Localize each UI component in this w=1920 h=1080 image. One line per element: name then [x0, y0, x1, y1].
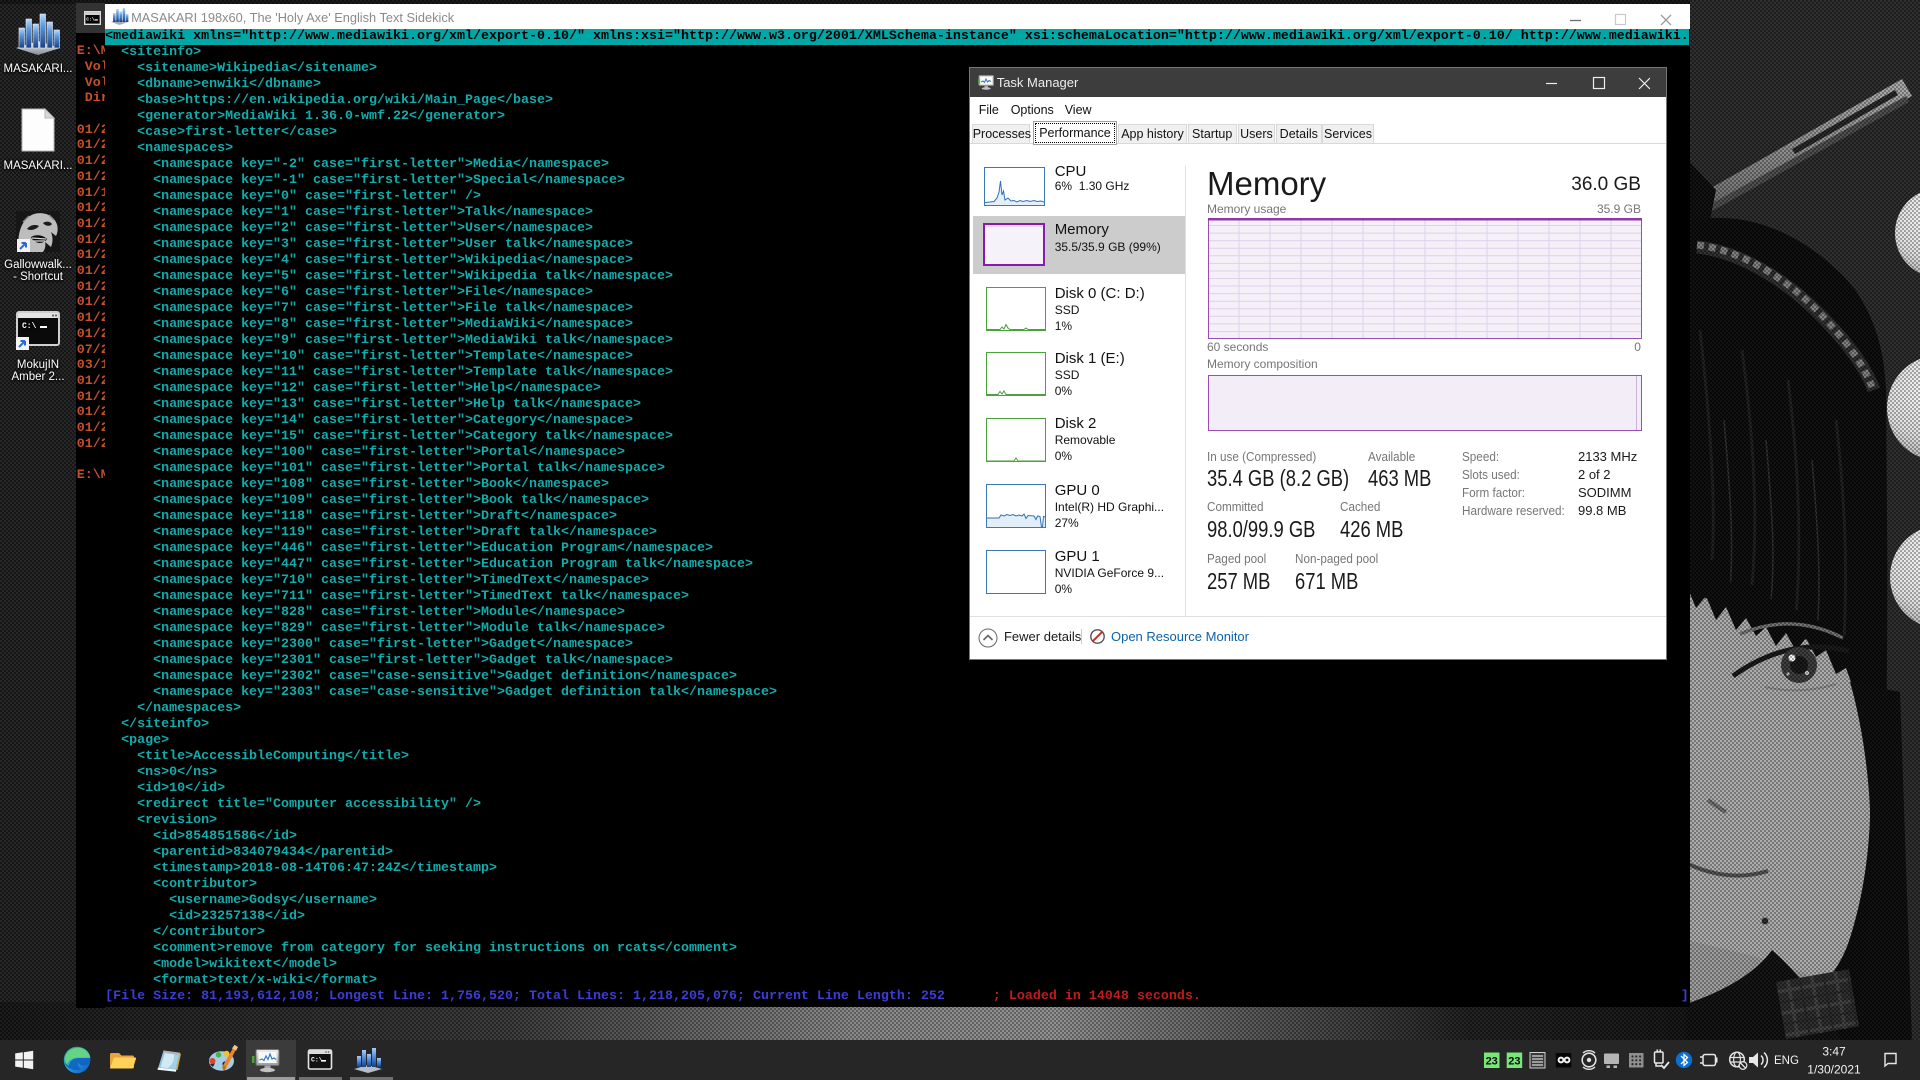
svg-text:23: 23	[1486, 1056, 1498, 1068]
svg-text:1/30/2021: 1/30/2021	[1807, 1063, 1861, 1077]
svg-text:C:\: C:\	[22, 322, 37, 331]
svg-text:ENG: ENG	[1774, 1055, 1799, 1067]
svg-text:C:\: C:\	[86, 16, 95, 22]
svg-text:23: 23	[1508, 1056, 1520, 1068]
svg-text:3:47: 3:47	[1822, 1045, 1846, 1059]
